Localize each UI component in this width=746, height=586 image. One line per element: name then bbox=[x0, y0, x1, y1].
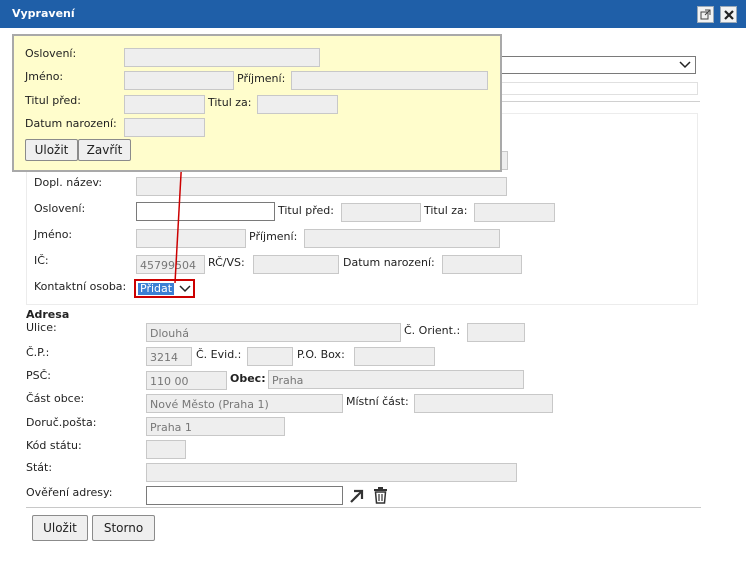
popup-jmeno-input[interactable] bbox=[124, 71, 234, 90]
popup-close-button[interactable]: Zavřít bbox=[78, 139, 131, 161]
popup-datum-narozeni-input[interactable] bbox=[124, 118, 205, 137]
popup-datum-narozeni-label: Datum narození: bbox=[25, 117, 117, 130]
popup-prijmeni-input[interactable] bbox=[291, 71, 488, 90]
popup-jmeno-label: Jméno: bbox=[25, 70, 64, 83]
popup-titul-pred-input[interactable] bbox=[124, 95, 205, 114]
popup-prijmeni-label: Příjmení: bbox=[237, 72, 286, 85]
popup-osloveni-label: Oslovení: bbox=[25, 47, 77, 60]
popup-save-button[interactable]: Uložit bbox=[25, 139, 78, 161]
popup-titul-za-label: Titul za: bbox=[208, 96, 252, 109]
popup-titul-pred-label: Titul před: bbox=[25, 94, 81, 107]
popup-osloveni-input[interactable] bbox=[124, 48, 320, 67]
popup-titul-za-input[interactable] bbox=[257, 95, 338, 114]
